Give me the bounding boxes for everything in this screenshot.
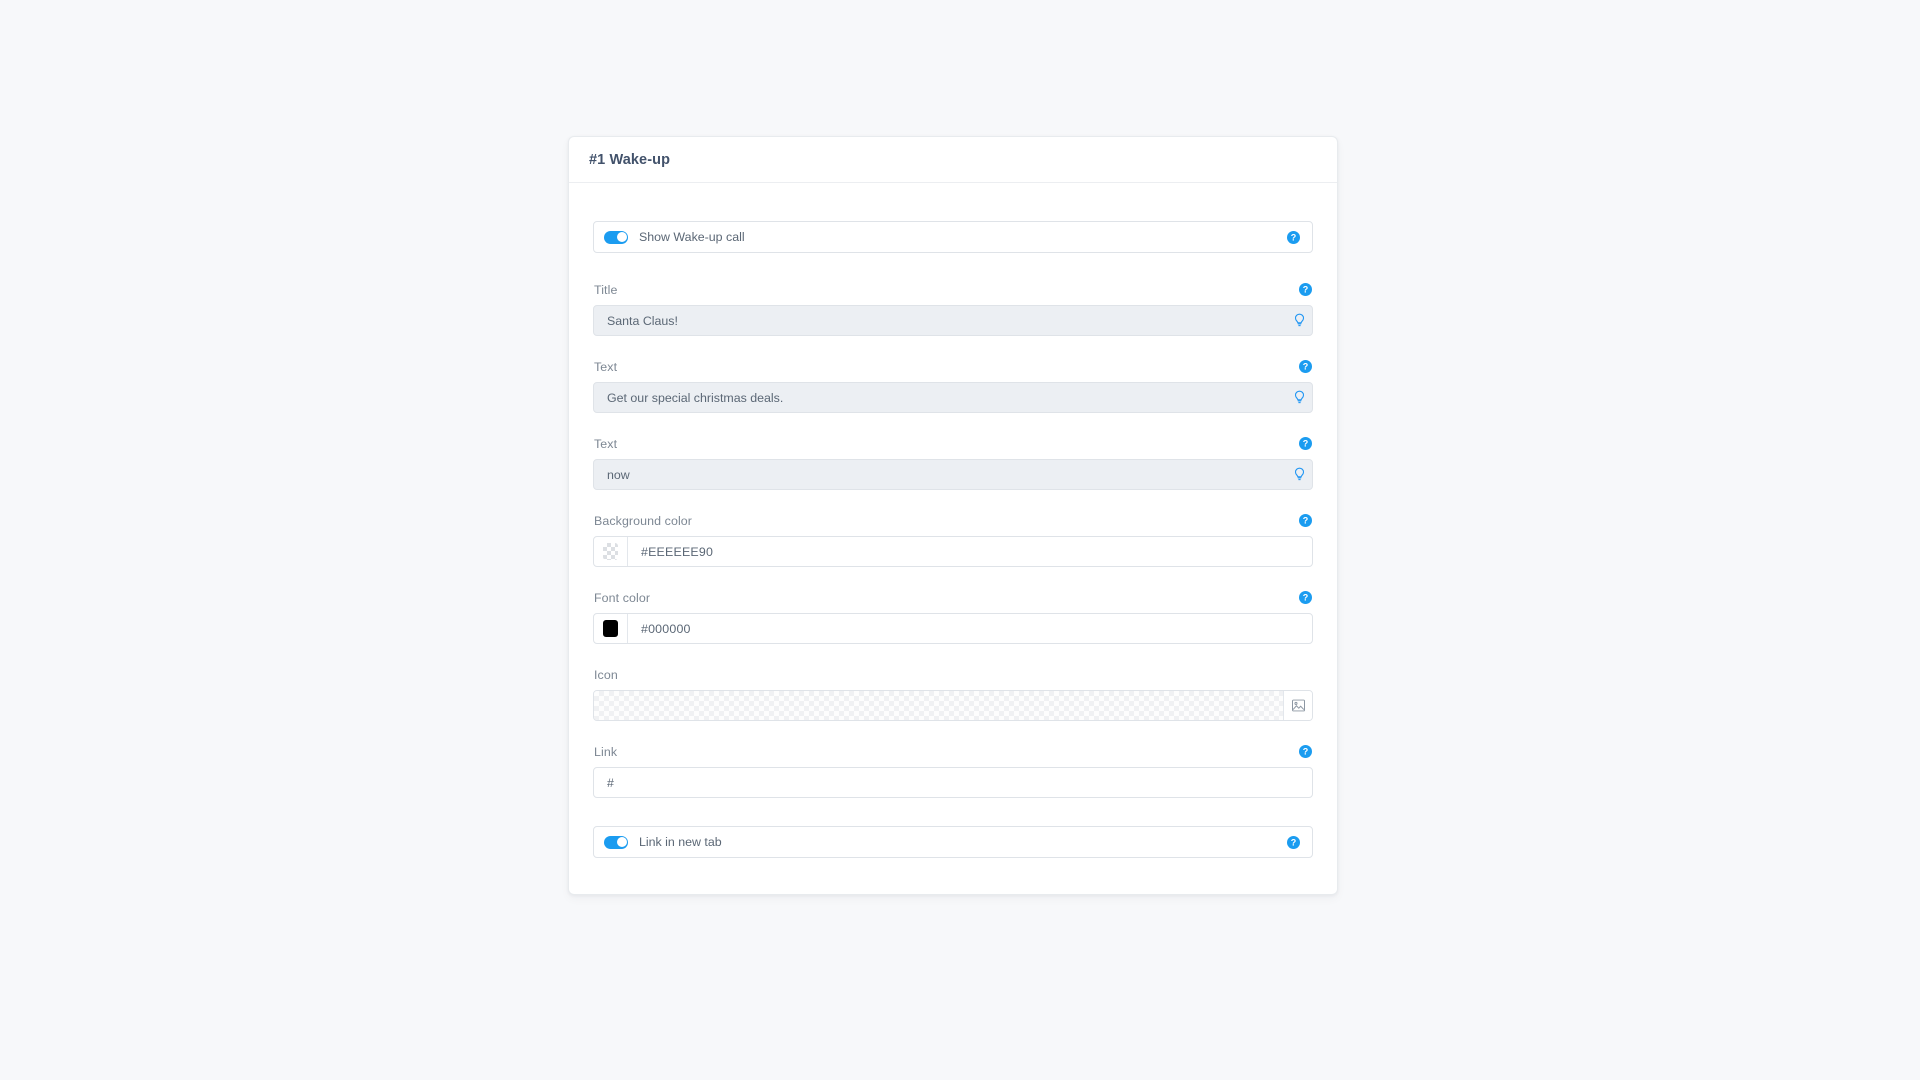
field-head-link: Link ? [593,743,1313,760]
link-input[interactable]: # [593,767,1313,798]
lightbulb-glyph [1294,313,1304,327]
help-circle-glyph: ? [1303,362,1309,372]
help-circle-icon[interactable]: ? [1299,360,1312,373]
title-input[interactable]: Santa Claus! [593,305,1313,336]
background-color-value[interactable]: #EEEEEE90 [628,545,1312,559]
help-circle-icon[interactable]: ? [1299,283,1312,296]
svg-text:?: ? [1303,439,1309,449]
field-head-font-color: Font color ? [593,589,1313,606]
help-circle-icon[interactable]: ? [1299,745,1312,758]
image-picker-button[interactable] [1283,691,1312,720]
wakeup-settings-card: #1 Wake-up Show Wake-up call ? Title ? S… [568,136,1338,895]
field-head-title: Title ? [593,281,1313,298]
help-circle-glyph: ? [1303,516,1309,526]
title-label: Title [594,282,618,297]
help-circle-icon[interactable]: ? [1299,437,1312,450]
page-title: #1 Wake-up [589,151,671,168]
card-body: Show Wake-up call ? Title ? Santa Claus!… [569,183,1337,894]
svg-text:?: ? [1291,232,1297,242]
lightbulb-glyph [1294,390,1304,404]
svg-text:?: ? [1303,285,1309,295]
text-1-input-value[interactable]: Get our special christmas deals. [594,391,1286,405]
font-color-label: Font color [594,590,651,605]
help-circle-icon[interactable]: ? [1299,591,1312,604]
toggle-knob [616,837,627,847]
toggle-knob [616,232,627,242]
show-wakeup-toggle[interactable] [604,230,628,244]
help-circle-icon[interactable]: ? [1287,835,1300,849]
field-head-background-color: Background color ? [593,512,1313,529]
title-input-value[interactable]: Santa Claus! [594,314,1286,328]
field-head-icon: Icon [593,666,1313,683]
field-link: Link ? # [593,743,1313,798]
help-circle-glyph: ? [1303,747,1309,757]
text-2-input-value[interactable]: now [594,468,1286,482]
icon-preview-area[interactable] [594,691,1283,720]
link-new-tab-label: Link in new tab [639,835,722,849]
font-color-swatch [603,620,618,637]
text-1-label: Text [594,359,618,374]
field-link-new-tab: Link in new tab ? [593,826,1313,858]
lightbulb-icon[interactable] [1286,390,1312,405]
font-color-swatch-button[interactable] [594,614,628,643]
help-circle-glyph: ? [1303,593,1309,603]
help-circle-glyph: ? [1303,285,1309,295]
svg-text:?: ? [1303,516,1309,526]
lightbulb-glyph [1294,467,1304,481]
icon-label: Icon [594,667,618,682]
help-circle-icon[interactable]: ? [1287,230,1300,244]
svg-text:?: ? [1291,837,1297,847]
link-input-value[interactable]: # [594,776,1312,790]
field-background-color: Background color ? #EEEEEE90 [593,512,1313,567]
field-title: Title ? Santa Claus! [593,281,1313,336]
font-color-value[interactable]: #000000 [628,622,1312,636]
background-color-swatch-button[interactable] [594,537,628,566]
lightbulb-icon[interactable] [1286,313,1312,328]
font-color-input[interactable]: #000000 [593,613,1313,644]
transparency-checker-swatch [603,543,618,560]
svg-text:?: ? [1303,362,1309,372]
show-wakeup-toggle-row[interactable]: Show Wake-up call ? [593,221,1313,253]
help-circle-icon[interactable]: ? [1299,514,1312,527]
link-label: Link [594,744,618,759]
lightbulb-icon[interactable] [1286,467,1312,482]
help-circle-glyph: ? [1303,439,1309,449]
text-2-label: Text [594,436,618,451]
field-font-color: Font color ? #000000 [593,589,1313,644]
help-circle-glyph: ? [1291,837,1297,847]
field-head-text-2: Text ? [593,435,1313,452]
background-color-input[interactable]: #EEEEEE90 [593,536,1313,567]
svg-text:?: ? [1303,593,1309,603]
svg-text:?: ? [1303,747,1309,757]
field-show-wakeup: Show Wake-up call ? [593,221,1313,253]
field-text-1: Text ? Get our special christmas deals. [593,358,1313,413]
card-header: #1 Wake-up [569,137,1337,183]
text-1-input[interactable]: Get our special christmas deals. [593,382,1313,413]
icon-file-input[interactable] [593,690,1313,721]
image-picker-icon [1291,699,1305,712]
text-2-input[interactable]: now [593,459,1313,490]
help-circle-glyph: ? [1291,232,1297,242]
page-root: #1 Wake-up Show Wake-up call ? Title ? S… [0,0,1920,1080]
link-new-tab-toggle[interactable] [604,835,628,849]
show-wakeup-label: Show Wake-up call [639,230,745,244]
background-color-label: Background color [594,513,693,528]
field-text-2: Text ? now [593,435,1313,490]
field-head-text-1: Text ? [593,358,1313,375]
field-icon: Icon [593,666,1313,721]
link-new-tab-toggle-row[interactable]: Link in new tab ? [593,826,1313,858]
